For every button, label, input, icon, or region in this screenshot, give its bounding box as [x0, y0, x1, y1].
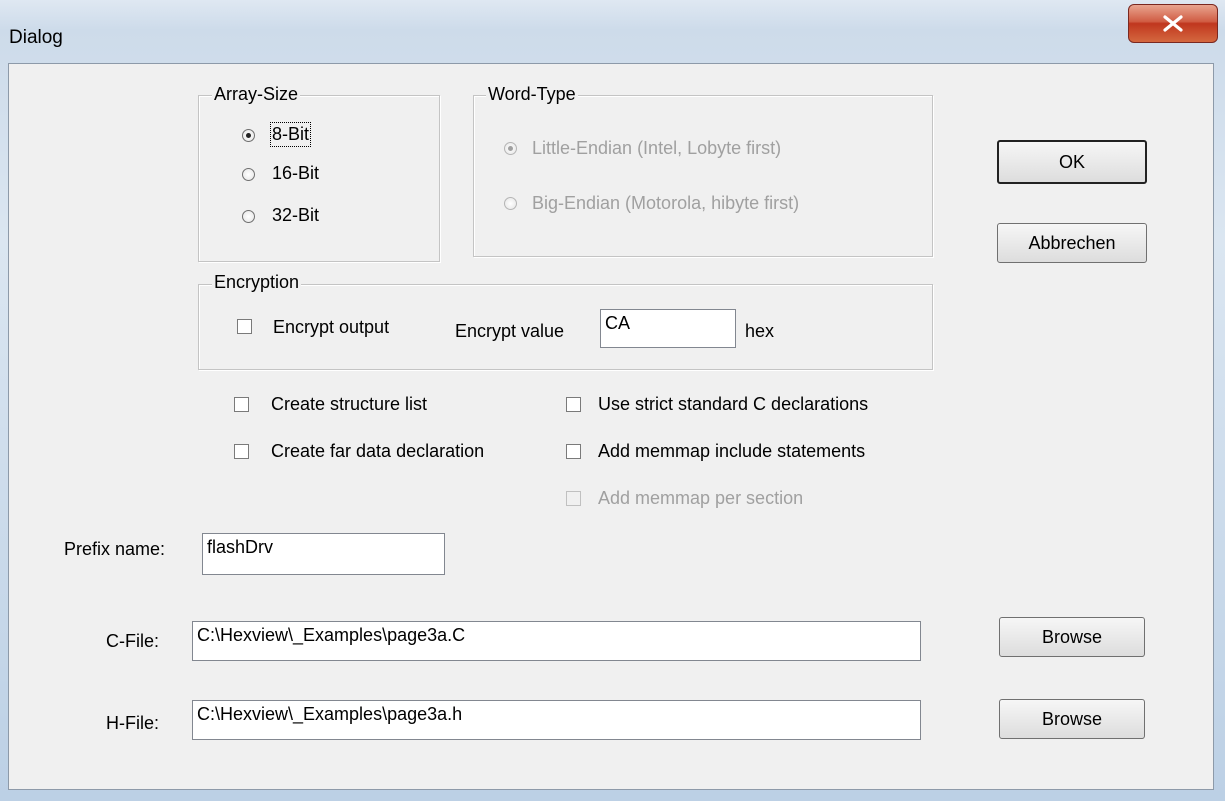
array-size-legend: Array-Size: [212, 84, 301, 105]
radio-big-endian[interactable]: [504, 197, 517, 210]
close-x-icon: [1163, 15, 1183, 32]
cancel-button[interactable]: Abbrechen: [997, 223, 1147, 263]
prefix-name-label: Prefix name:: [64, 539, 166, 559]
memmap-include-label[interactable]: Add memmap include statements: [598, 441, 865, 462]
memmap-include-checkbox[interactable]: [566, 444, 581, 459]
c-file-input[interactable]: C:\Hexview\_Examples\page3a.C: [192, 621, 921, 661]
radio-selected-dot: [246, 133, 251, 138]
h-file-label: H-File:: [106, 713, 159, 733]
create-far-data-label[interactable]: Create far data declaration: [271, 441, 484, 462]
encrypt-unit-label: hex: [745, 321, 775, 341]
radio-8bit[interactable]: [242, 129, 255, 142]
dialog-window: Dialog Array-Size 8-Bit 16-Bit 32-Bit Wo…: [0, 0, 1225, 801]
memmap-per-section-label[interactable]: Add memmap per section: [598, 488, 803, 509]
encrypt-value-label: Encrypt value: [455, 321, 565, 341]
radio-16bit-label[interactable]: 16-Bit: [272, 163, 319, 184]
radio-32bit[interactable]: [242, 210, 255, 223]
strict-c-checkbox[interactable]: [566, 397, 581, 412]
encrypt-output-label[interactable]: Encrypt output: [273, 317, 389, 338]
word-type-legend: Word-Type: [486, 84, 578, 105]
c-file-browse-button[interactable]: Browse: [999, 617, 1145, 657]
radio-big-endian-label[interactable]: Big-Endian (Motorola, hibyte first): [532, 193, 799, 214]
create-structure-list-label[interactable]: Create structure list: [271, 394, 427, 415]
dialog-client-area: Array-Size 8-Bit 16-Bit 32-Bit Word-Type…: [8, 63, 1214, 790]
h-file-input[interactable]: C:\Hexview\_Examples\page3a.h: [192, 700, 921, 740]
strict-c-label[interactable]: Use strict standard C declarations: [598, 394, 868, 415]
h-file-browse-button[interactable]: Browse: [999, 699, 1145, 739]
window-title: Dialog: [9, 27, 63, 48]
title-bar[interactable]: Dialog: [0, 0, 1225, 62]
memmap-per-section-checkbox[interactable]: [566, 491, 581, 506]
create-structure-list-checkbox[interactable]: [234, 397, 249, 412]
encrypt-output-checkbox[interactable]: [237, 319, 252, 334]
radio-8bit-label[interactable]: 8-Bit: [269, 122, 312, 147]
encrypt-value-input[interactable]: CA: [600, 309, 736, 348]
radio-16bit[interactable]: [242, 168, 255, 181]
prefix-name-input[interactable]: flashDrv: [202, 533, 445, 575]
radio-selected-dot: [508, 146, 513, 151]
encryption-legend: Encryption: [212, 272, 302, 293]
create-far-data-checkbox[interactable]: [234, 444, 249, 459]
radio-little-endian-label[interactable]: Little-Endian (Intel, Lobyte first): [532, 138, 781, 159]
ok-button[interactable]: OK: [997, 140, 1147, 184]
radio-32bit-label[interactable]: 32-Bit: [272, 205, 319, 226]
radio-little-endian[interactable]: [504, 142, 517, 155]
word-type-group: [473, 95, 933, 257]
c-file-label: C-File:: [106, 631, 159, 651]
close-button[interactable]: [1128, 4, 1218, 43]
